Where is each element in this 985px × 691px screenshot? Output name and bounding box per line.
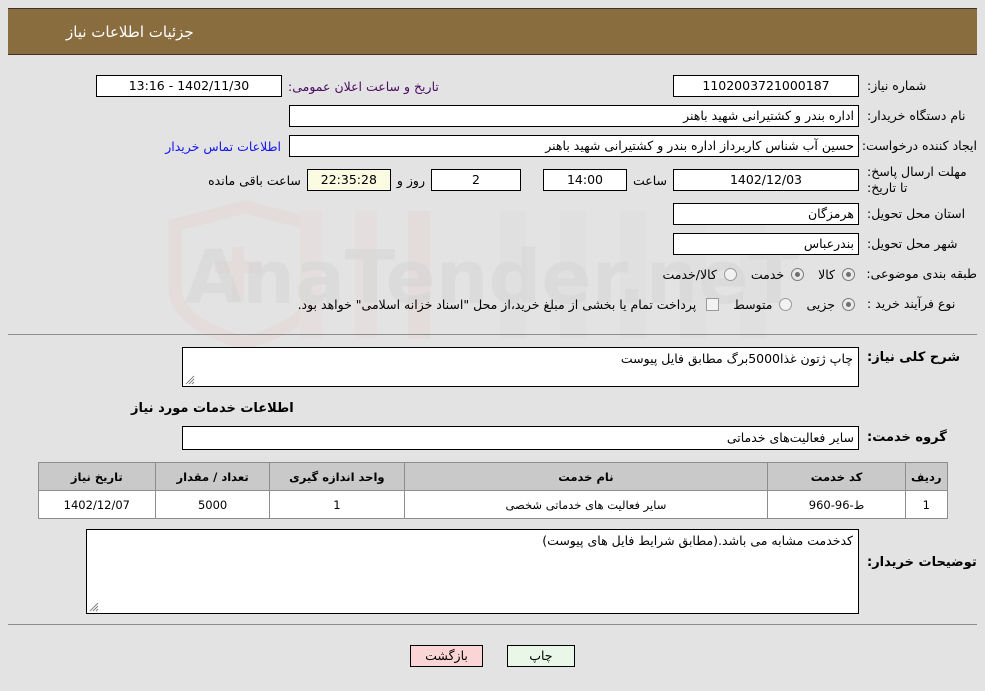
buyer-contact-link[interactable]: اطلاعات تماس خریدار xyxy=(157,139,289,154)
general-description-text: چاپ ژتون غذا5000برگ مطابق فایل پیوست xyxy=(620,351,853,366)
deadline-label: مهلت ارسال پاسخ: تا تاریخ: xyxy=(867,164,967,195)
buyer-org-value: اداره بندر و کشتیرانی شهید باهنر xyxy=(289,105,859,127)
province-value: هرمزگان xyxy=(673,203,859,225)
col-index: ردیف xyxy=(904,462,948,491)
main-panel: شماره نیاز: 1102003721000187 تاریخ و ساع… xyxy=(8,64,977,625)
page-title: جزئیات اطلاعات نیاز xyxy=(66,22,194,41)
buyer-notes-text: کدخدمت مشابه می باشد.(مطابق شرایط فایل ه… xyxy=(542,533,853,548)
row-requester: ایجاد کننده درخواست: حسین آب شناس کاربرد… xyxy=(8,134,977,158)
resize-grip-icon xyxy=(89,602,99,612)
row-buyer-org: نام دستگاه خریدار: اداره بندر و کشتیرانی… xyxy=(8,104,977,128)
footer-actions: چاپ بازگشت xyxy=(0,645,985,667)
announce-datetime-label: تاریخ و ساعت اعلان عمومی: xyxy=(288,78,439,94)
radio-category-goods-service[interactable] xyxy=(723,267,737,281)
table-header-row: ردیف کد خدمت نام خدمت واحد اندازه گیری ت… xyxy=(37,462,948,491)
service-group-value: سایر فعالیت‌های خدماتی xyxy=(182,426,859,450)
services-table-wrapper: ردیف کد خدمت نام خدمت واحد اندازه گیری ت… xyxy=(8,456,977,519)
row-purchase-process: نوع فرآیند خرید : جزیی متوسط پرداخت تمام… xyxy=(8,292,977,316)
remaining-days-label: روز و xyxy=(396,172,425,188)
row-general-description: شرح کلی نیاز: چاپ ژتون غذا5000برگ مطابق … xyxy=(8,347,977,387)
radio-category-goods-service-label: کالا/خدمت xyxy=(662,266,717,282)
deadline-time-value: 14:00 xyxy=(542,169,627,191)
need-number-label: شماره نیاز: xyxy=(867,78,927,93)
checkbox-islamic-treasury[interactable] xyxy=(706,297,720,311)
cell-need-date: 1402/12/07 xyxy=(37,490,157,519)
print-button[interactable]: چاپ xyxy=(506,645,575,667)
radio-process-medium[interactable] xyxy=(779,297,793,311)
resize-grip-icon xyxy=(185,375,195,385)
radio-process-minor-label: جزیی xyxy=(806,296,835,312)
province-label: استان محل تحویل: xyxy=(867,206,966,221)
cell-index: 1 xyxy=(904,490,948,519)
buyer-notes-label: توضیحات خریدار: xyxy=(867,555,977,570)
cell-unit: 1 xyxy=(269,490,405,519)
row-service-group: گروه خدمت: سایر فعالیت‌های خدماتی xyxy=(8,426,977,450)
services-section-heading: اطلاعات خدمات مورد نیاز xyxy=(131,401,294,416)
col-unit: واحد اندازه گیری xyxy=(269,462,405,491)
window-title-bar: جزئیات اطلاعات نیاز xyxy=(8,8,977,55)
announce-datetime-value: 1402/11/30 - 13:16 xyxy=(96,75,282,97)
buyer-org-label: نام دستگاه خریدار: xyxy=(867,108,966,123)
islamic-treasury-label: پرداخت تمام یا بخشی از مبلغ خرید،از محل … xyxy=(297,296,697,312)
description-section: شرح کلی نیاز: چاپ ژتون غذا5000برگ مطابق … xyxy=(8,335,977,614)
general-description-value[interactable]: چاپ ژتون غذا5000برگ مطابق فایل پیوست xyxy=(182,347,859,387)
services-table: ردیف کد خدمت نام خدمت واحد اندازه گیری ت… xyxy=(37,462,948,519)
requester-value: حسین آب شناس کاربرداز اداره بندر و کشتیر… xyxy=(289,135,859,157)
radio-category-service-label: خدمت xyxy=(750,266,785,282)
requester-label: ایجاد کننده درخواست: xyxy=(861,138,977,153)
cell-quantity: 5000 xyxy=(155,490,271,519)
city-label: شهر محل تحویل: xyxy=(867,236,958,251)
cell-name: سایر فعالیت های خدماتی شخصی xyxy=(403,490,769,519)
remaining-countdown: 22:35:28 xyxy=(306,169,391,191)
col-need-date: تاریخ نیاز xyxy=(37,462,157,491)
col-name: نام خدمت xyxy=(403,462,769,491)
table-row: 1 ط-96-960 سایر فعالیت های خدماتی شخصی 1… xyxy=(37,490,948,519)
process-label: نوع فرآیند خرید : xyxy=(867,296,956,311)
service-group-label: گروه خدمت: xyxy=(867,430,947,445)
row-buyer-notes: توضیحات خریدار: کدخدمت مشابه می باشد.(مط… xyxy=(8,529,977,614)
row-province: استان محل تحویل: هرمزگان xyxy=(8,202,977,226)
page-root: AnaTender.neT جزئیات اطلاعات نیاز شماره … xyxy=(0,0,985,691)
category-label: طبقه بندی موضوعی: xyxy=(866,266,977,281)
need-number-value: 1102003721000187 xyxy=(673,75,859,97)
row-category: طبقه بندی موضوعی: کالا خدمت کالا/خدمت xyxy=(8,262,977,286)
city-value: بندرعباس xyxy=(673,233,859,255)
deadline-date-value: 1402/12/03 xyxy=(673,169,859,191)
remaining-suffix-label: ساعت باقی مانده xyxy=(208,172,301,188)
radio-category-goods-label: کالا xyxy=(818,266,835,282)
need-summary-section: شماره نیاز: 1102003721000187 تاریخ و ساع… xyxy=(8,64,977,335)
radio-process-medium-label: متوسط xyxy=(733,296,773,312)
row-need-number: شماره نیاز: 1102003721000187 تاریخ و ساع… xyxy=(8,74,977,98)
deadline-hour-label: ساعت xyxy=(632,172,667,188)
cell-code: ط-96-960 xyxy=(767,490,906,519)
row-city: شهر محل تحویل: بندرعباس xyxy=(8,232,977,256)
radio-process-minor[interactable] xyxy=(842,297,855,311)
buyer-notes-value[interactable]: کدخدمت مشابه می باشد.(مطابق شرایط فایل ه… xyxy=(86,529,859,614)
col-quantity: تعداد / مقدار xyxy=(155,462,271,491)
radio-category-service[interactable] xyxy=(791,267,805,281)
remaining-days-value: 2 xyxy=(430,169,521,191)
col-code: کد خدمت xyxy=(767,462,906,491)
back-button[interactable]: بازگشت xyxy=(410,645,483,667)
general-description-label: شرح کلی نیاز: xyxy=(867,350,961,365)
row-deadline: مهلت ارسال پاسخ: تا تاریخ: 1402/12/03 سا… xyxy=(8,164,977,196)
footer-divider xyxy=(8,624,977,625)
radio-category-goods[interactable] xyxy=(842,267,855,281)
